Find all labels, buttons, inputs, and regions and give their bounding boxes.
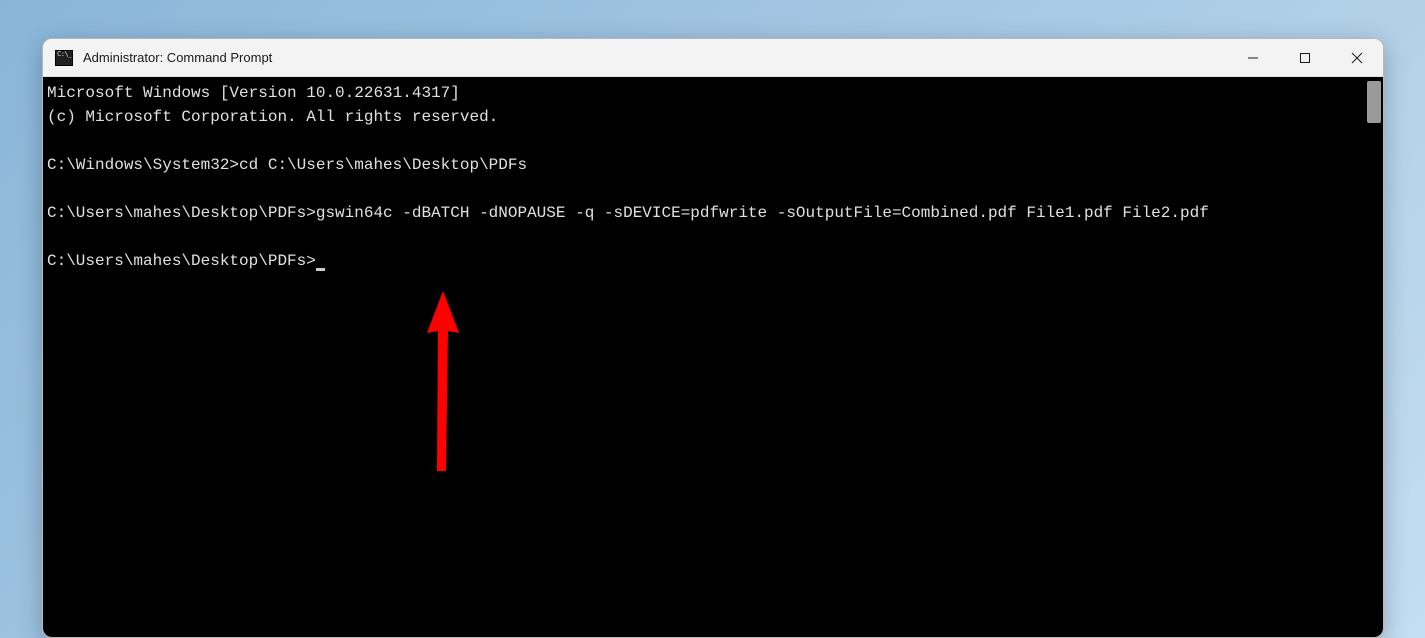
minimize-icon bbox=[1247, 52, 1259, 64]
close-button[interactable] bbox=[1331, 39, 1383, 76]
terminal-line: (c) Microsoft Corporation. All rights re… bbox=[47, 108, 498, 126]
terminal-prompt: C:\Users\mahes\Desktop\PDFs> bbox=[47, 252, 316, 270]
terminal-prompt: C:\Users\mahes\Desktop\PDFs> bbox=[47, 204, 316, 222]
close-icon bbox=[1351, 52, 1363, 64]
titlebar[interactable]: Administrator: Command Prompt bbox=[43, 39, 1383, 77]
maximize-icon bbox=[1299, 52, 1311, 64]
minimize-button[interactable] bbox=[1227, 39, 1279, 76]
window-title: Administrator: Command Prompt bbox=[83, 50, 1227, 65]
terminal-command: gswin64c -dBATCH -dNOPAUSE -q -sDEVICE=p… bbox=[316, 204, 1209, 222]
terminal-prompt: C:\Windows\System32> bbox=[47, 156, 239, 174]
scrollbar-thumb[interactable] bbox=[1367, 81, 1381, 123]
window-controls bbox=[1227, 39, 1383, 76]
cmd-icon bbox=[55, 50, 73, 66]
terminal-line: Microsoft Windows [Version 10.0.22631.43… bbox=[47, 84, 460, 102]
red-arrow-annotation bbox=[423, 291, 463, 481]
terminal-command: cd C:\Users\mahes\Desktop\PDFs bbox=[239, 156, 527, 174]
cursor bbox=[316, 268, 325, 271]
terminal-output[interactable]: Microsoft Windows [Version 10.0.22631.43… bbox=[43, 77, 1383, 637]
command-prompt-window: Administrator: Command Prompt Microsoft … bbox=[42, 38, 1384, 638]
maximize-button[interactable] bbox=[1279, 39, 1331, 76]
